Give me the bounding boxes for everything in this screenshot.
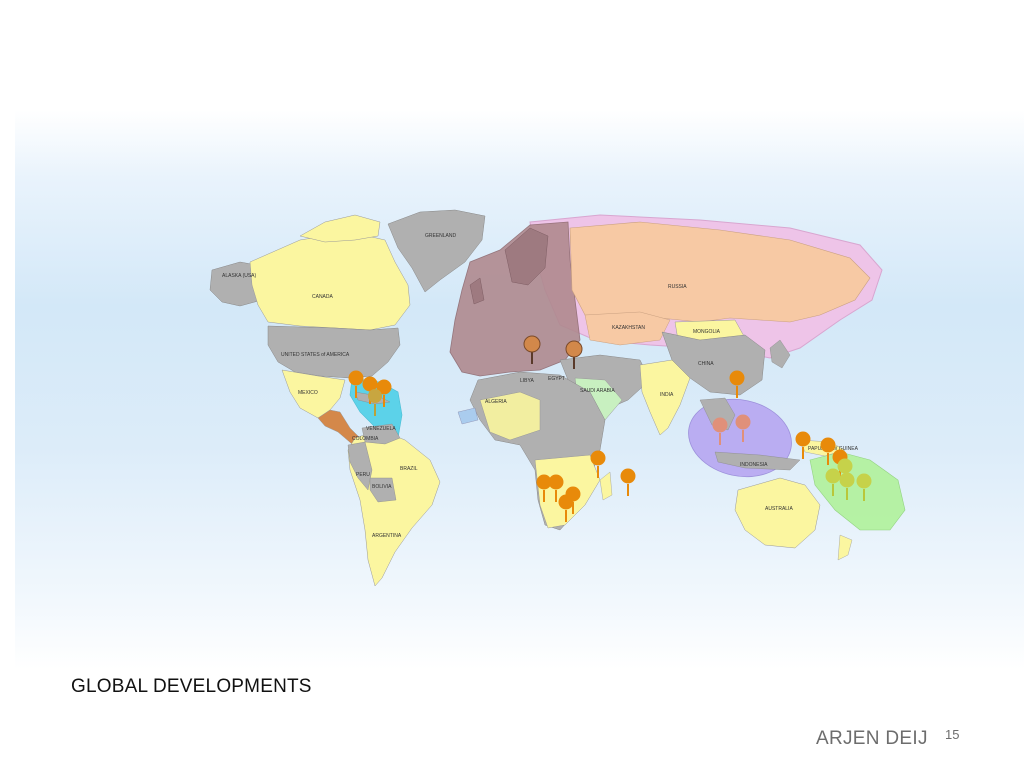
canada-land	[249, 231, 411, 331]
label-colombia: COLOMBIA	[352, 436, 379, 442]
label-mongolia: MONGOLIA	[693, 329, 721, 335]
label-venezuela: VENEZUELA	[366, 426, 396, 432]
label-argentina: ARGENTINA	[372, 533, 402, 539]
label-peru: PERU	[356, 472, 370, 478]
label-russia: RUSSIA	[668, 284, 687, 290]
page-number: 15	[945, 727, 960, 742]
se-asia-highlight	[688, 398, 792, 478]
label-saudi-arabia: SAUDI ARABIA	[580, 388, 615, 394]
canary-highlight	[457, 407, 479, 425]
label-canada: CANADA	[312, 294, 334, 300]
label-kazakhstan: KAZAKHSTAN	[612, 325, 645, 331]
pacific-highlight	[809, 451, 906, 531]
new-zealand-land	[837, 534, 853, 561]
label-egypt: EGYPT	[548, 376, 565, 382]
label-alaska: ALASKA (USA)	[222, 273, 257, 279]
world-map: GREENLAND ALASKA (USA) CANADA UNITED STA…	[209, 209, 906, 587]
label-greenland: GREENLAND	[425, 233, 457, 239]
slide-title: GLOBAL DEVELOPMENTS	[71, 676, 312, 697]
label-libya: LIBYA	[520, 378, 534, 384]
label-usa: UNITED STATES of AMERICA	[281, 352, 350, 358]
author-name: ARJEN DEIJ	[816, 728, 928, 749]
label-indonesia: INDONESIA	[740, 462, 768, 468]
australia-land	[734, 477, 821, 549]
label-australia: AUSTRALIA	[765, 506, 793, 512]
label-bolivia: BOLIVIA	[372, 484, 392, 490]
madagascar-land	[599, 471, 613, 501]
label-brazil: BRAZIL	[400, 466, 418, 472]
label-algeria: ALGERIA	[485, 399, 507, 405]
map-pin[interactable]	[620, 468, 636, 497]
canada-arctic-islands	[299, 214, 381, 243]
label-china: CHINA	[698, 361, 714, 367]
africa-land	[469, 371, 606, 531]
label-india: INDIA	[660, 392, 674, 398]
label-mexico: MEXICO	[298, 390, 318, 396]
